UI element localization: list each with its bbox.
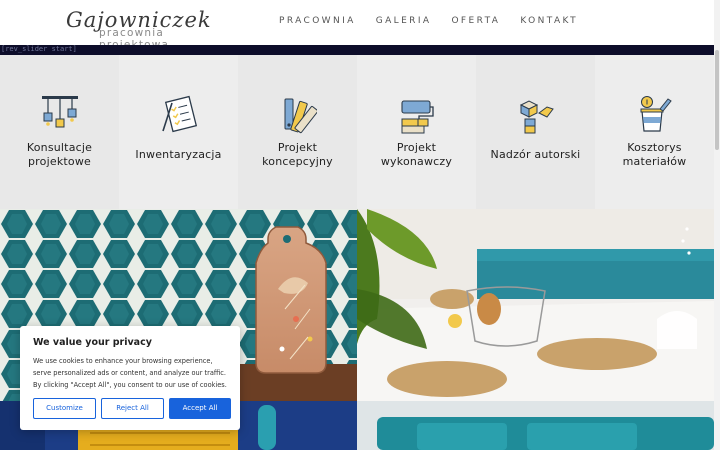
service-label-konsultacje: Konsultacje projektowe bbox=[26, 141, 93, 168]
cookie-button-group: Customize Reject All Accept All bbox=[33, 398, 231, 419]
nav-item-oferta[interactable]: OFERTA bbox=[451, 16, 500, 26]
paint-roller-icon bbox=[401, 100, 434, 134]
blocks-icon bbox=[519, 100, 554, 134]
checklist-icon bbox=[162, 95, 198, 133]
site-header: Gajowniczek pracownia projektowa PRACOWN… bbox=[0, 0, 714, 51]
cookie-description: We use cookies to enhance your browsing … bbox=[33, 357, 227, 389]
kitchen-image bbox=[357, 209, 714, 401]
cookie-consent-banner: We value your privacy We use cookies to … bbox=[20, 326, 240, 430]
nav-item-kontakt[interactable]: KONTAKT bbox=[520, 16, 578, 26]
nav-item-galeria[interactable]: GALERIA bbox=[376, 16, 432, 26]
service-projekt-koncepcyjny[interactable]: Projekt koncepcyjny bbox=[238, 55, 357, 209]
service-label-projekt-wykonawczy: Projekt wykonawczy bbox=[380, 141, 453, 168]
nav-item-pracownia[interactable]: PRACOWNIA bbox=[279, 16, 356, 26]
site-logo[interactable]: Gajowniczek pracownia projektowa bbox=[66, 8, 216, 51]
accept-all-button[interactable]: Accept All bbox=[169, 398, 231, 419]
customize-button[interactable]: Customize bbox=[33, 398, 96, 419]
service-kosztorys[interactable]: Kosztorys materiałów bbox=[595, 55, 714, 209]
gallery-photo-sofa[interactable] bbox=[357, 401, 714, 450]
service-konsultacje[interactable]: Konsultacje projektowe bbox=[0, 55, 119, 209]
service-nadzor-autorski[interactable]: Nadzór autorski bbox=[476, 55, 595, 209]
page-scrollbar[interactable] bbox=[714, 0, 720, 450]
service-inwentaryzacja[interactable]: Inwentaryzacja bbox=[119, 55, 238, 209]
main-nav: PRACOWNIA GALERIA OFERTA KONTAKT bbox=[279, 16, 578, 26]
color-swatches-icon bbox=[284, 98, 317, 134]
slider-marker-text: [rev_slider start] bbox=[1, 45, 77, 53]
lamps-icon bbox=[42, 96, 78, 128]
gallery-photo-kitchen[interactable] bbox=[357, 209, 714, 401]
service-label-nadzor-autorski: Nadzór autorski bbox=[490, 148, 581, 161]
service-projekt-wykonawczy[interactable]: Projekt wykonawczy bbox=[357, 55, 476, 209]
cookie-title: We value your privacy bbox=[33, 337, 152, 348]
service-label-kosztorys: Kosztorys materiałów bbox=[622, 141, 687, 168]
scrollbar-thumb[interactable] bbox=[715, 50, 719, 150]
page: Gajowniczek pracownia projektowa PRACOWN… bbox=[0, 0, 720, 450]
sofa-image bbox=[357, 401, 714, 450]
service-label-inwentaryzacja: Inwentaryzacja bbox=[135, 148, 222, 161]
services-row: Konsultacje projektowe Inwentaryzacja Pr… bbox=[0, 55, 714, 209]
slider-placeholder-bar: [rev_slider start] bbox=[0, 45, 714, 55]
service-label-projekt-koncepcyjny: Projekt koncepcyjny bbox=[262, 141, 333, 168]
reject-all-button[interactable]: Reject All bbox=[101, 398, 164, 419]
paint-bucket-icon bbox=[640, 96, 672, 132]
